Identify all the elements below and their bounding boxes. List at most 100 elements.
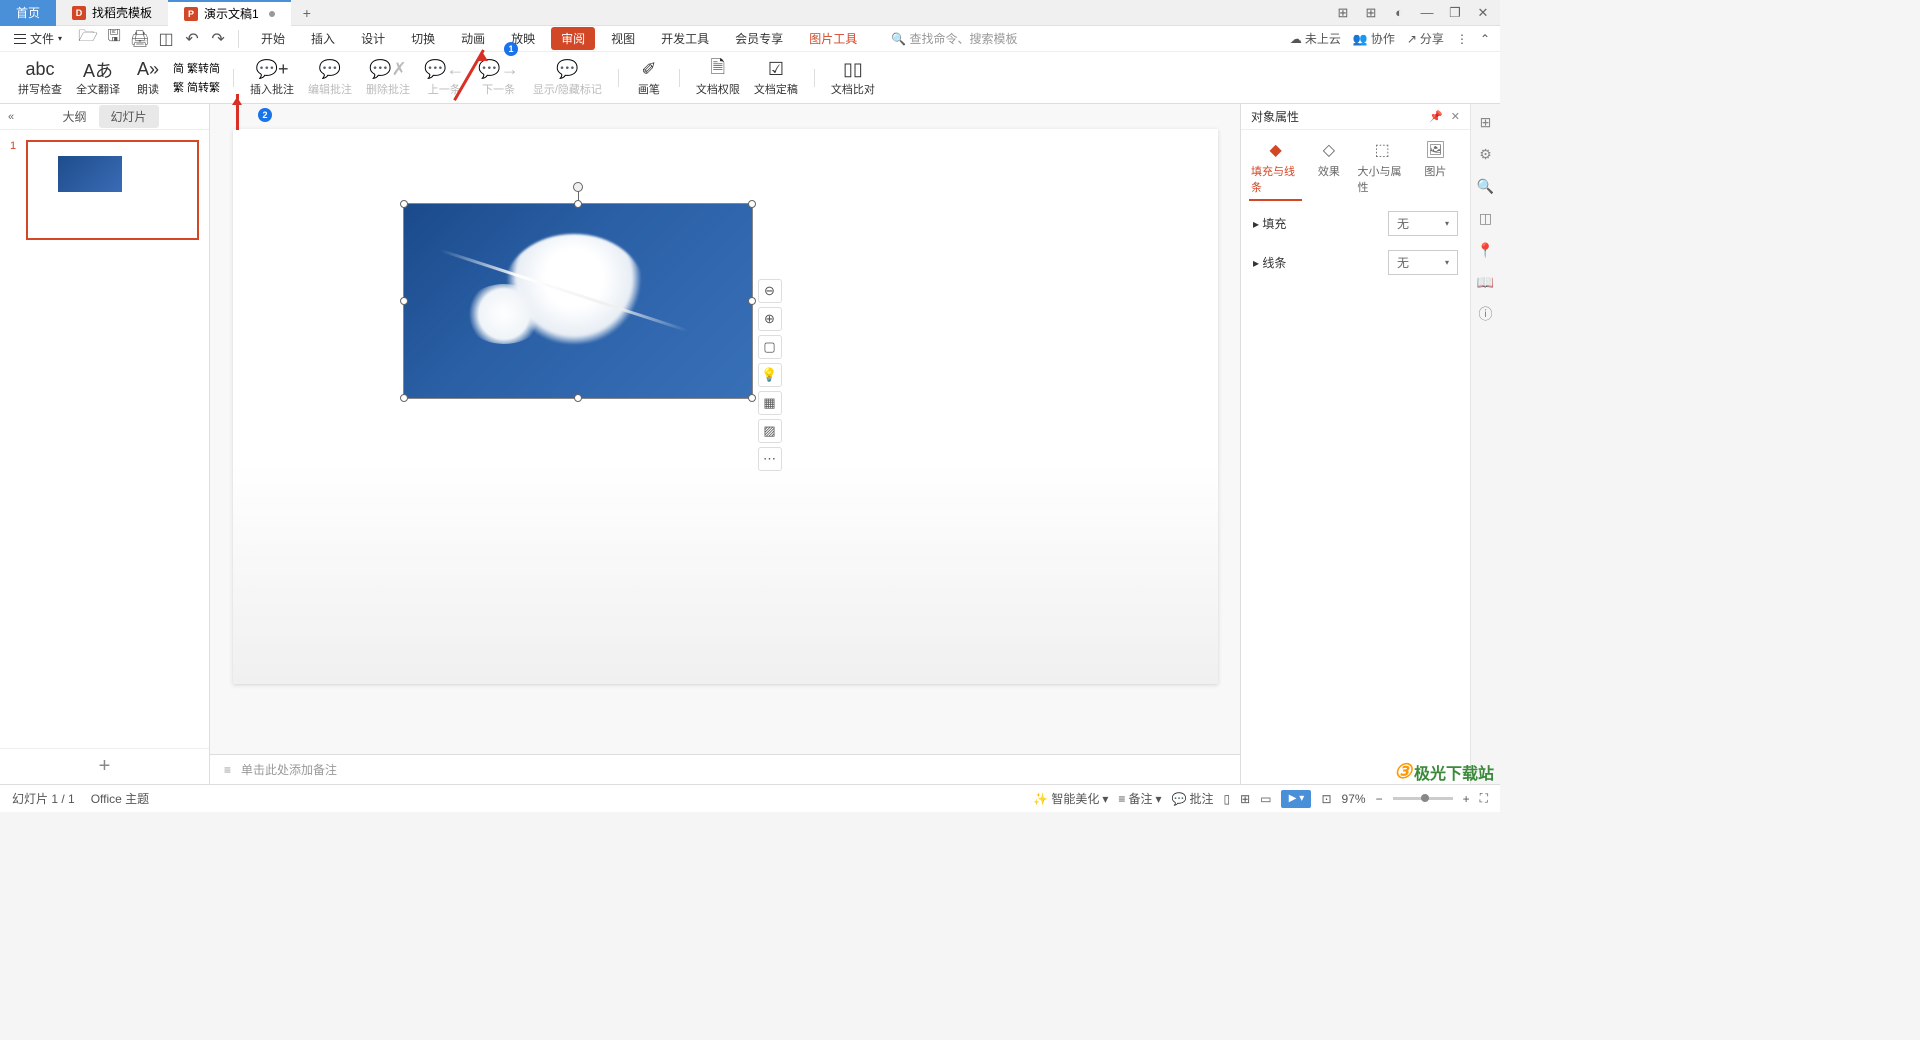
file-menu[interactable]: 文件 ▾ [10, 30, 66, 47]
slideshow-button[interactable]: ▶ ▾ [1281, 790, 1311, 808]
fit-button[interactable]: ⊡ [1321, 792, 1331, 806]
resize-handle-mr[interactable] [748, 297, 756, 305]
insert-comment-button[interactable]: 💬+插入批注 [244, 57, 300, 99]
view-normal-icon[interactable]: ▯ [1223, 792, 1230, 806]
print-preview-icon[interactable]: ◫ [158, 31, 174, 47]
zoom-level[interactable]: 97% [1342, 792, 1366, 806]
resize-handle-ml[interactable] [400, 297, 408, 305]
read-aloud-button[interactable]: A»朗读 [128, 57, 168, 99]
close-panel-icon[interactable]: ✕ [1451, 110, 1460, 123]
apps-icon[interactable]: ⊞ [1362, 4, 1380, 22]
collab-button[interactable]: 👥 协作 [1353, 30, 1395, 47]
canvas-scroll[interactable]: ⊖ ⊕ ▢ 💡 ▦ ▨ ⋯ [210, 104, 1240, 754]
to-simplified-button[interactable]: 简繁转简 [170, 59, 223, 77]
save-icon[interactable]: 🖫 [106, 31, 122, 47]
menu-tab-view[interactable]: 视图 [601, 27, 645, 50]
selected-image[interactable]: ⊖ ⊕ ▢ 💡 ▦ ▨ ⋯ [403, 203, 753, 399]
side-help-icon[interactable]: 📖 [1476, 272, 1496, 292]
notes-bar[interactable]: ≡ 单击此处添加备注 [210, 754, 1240, 784]
line-label[interactable]: ▸ 线条 [1253, 254, 1286, 271]
view-sorter-icon[interactable]: ⊞ [1240, 792, 1250, 806]
zoom-in-button[interactable]: ⊕ [758, 307, 782, 331]
menu-tab-insert[interactable]: 插入 [301, 27, 345, 50]
menu-tab-animation[interactable]: 动画 [451, 27, 495, 50]
tab-size[interactable]: ⬚大小与属性 [1356, 136, 1409, 201]
resize-handle-br[interactable] [748, 394, 756, 402]
user-icon[interactable]: ◐ [1390, 4, 1408, 22]
menu-tab-transition[interactable]: 切换 [401, 27, 445, 50]
more-button[interactable]: ⋯ [758, 447, 782, 471]
redo-icon[interactable]: ↷ [210, 31, 226, 47]
spell-check-button[interactable]: abc拼写检查 [12, 57, 68, 99]
layout-icon[interactable]: ⊞ [1334, 4, 1352, 22]
close-button[interactable]: ✕ [1474, 4, 1492, 22]
menu-tab-start[interactable]: 开始 [251, 27, 295, 50]
comments-toggle[interactable]: 💬 批注 [1171, 790, 1213, 807]
doc-permission-button[interactable]: 🗎文档权限 [690, 57, 746, 99]
cloud-status[interactable]: ☁ 未上云 [1290, 30, 1341, 47]
add-slide-button[interactable]: + [0, 748, 209, 784]
collapse-panel-icon[interactable]: « [8, 111, 14, 123]
menu-tab-member[interactable]: 会员专享 [725, 27, 793, 50]
notes-toggle[interactable]: ≡ 备注 ▾ [1118, 790, 1161, 807]
tab-effects[interactable]: ◇效果 [1302, 136, 1355, 201]
open-icon[interactable]: 🗁 [80, 31, 96, 47]
tab-add-button[interactable]: + [291, 5, 323, 21]
line-select[interactable]: 无▾ [1388, 250, 1458, 275]
tab-document[interactable]: P演示文稿1 [168, 0, 291, 26]
collapse-ribbon-icon[interactable]: ⌃ [1480, 32, 1490, 46]
search-commands[interactable]: 🔍 查找命令、搜索模板 [891, 30, 1017, 47]
more-icon[interactable]: ⋮ [1456, 32, 1468, 46]
minimize-button[interactable]: — [1418, 4, 1436, 22]
idea-button[interactable]: 💡 [758, 363, 782, 387]
pen-button[interactable]: ✐画笔 [629, 57, 669, 99]
menu-tab-picture-tools[interactable]: 图片工具 [799, 27, 867, 50]
resize-handle-tm[interactable] [574, 200, 582, 208]
side-question-icon[interactable]: ⓘ [1476, 304, 1496, 324]
outline-view-tab[interactable]: 大纲 [50, 105, 98, 128]
slides-view-tab[interactable]: 幻灯片 [99, 105, 159, 128]
fill-select[interactable]: 无▾ [1388, 211, 1458, 236]
tab-home[interactable]: 首页 [0, 0, 56, 26]
align-button[interactable]: ▨ [758, 419, 782, 443]
fullscreen-icon[interactable]: ⛶ [1480, 791, 1488, 806]
undo-icon[interactable]: ↶ [184, 31, 200, 47]
to-traditional-button[interactable]: 繁简转繁 [170, 78, 223, 96]
side-settings-icon[interactable]: ⚙ [1476, 144, 1496, 164]
zoom-slider[interactable] [1393, 797, 1453, 800]
side-search-icon[interactable]: 🔍 [1476, 176, 1496, 196]
thumbnail-item[interactable]: 1 [10, 140, 199, 240]
zoom-slider-thumb[interactable] [1421, 794, 1429, 802]
doc-compare-button[interactable]: ▯▯文档比对 [825, 57, 881, 99]
slide-canvas[interactable]: ⊖ ⊕ ▢ 💡 ▦ ▨ ⋯ [233, 129, 1218, 684]
restore-button[interactable]: ❐ [1446, 4, 1464, 22]
zoom-out-button[interactable]: ⊖ [758, 279, 782, 303]
grid-button[interactable]: ▦ [758, 391, 782, 415]
view-reading-icon[interactable]: ▭ [1260, 792, 1271, 806]
zoom-out-button[interactable]: − [1376, 792, 1383, 806]
side-templates-icon[interactable]: ⊞ [1476, 112, 1496, 132]
menu-tab-review[interactable]: 审阅 [551, 27, 595, 50]
tab-fill-line[interactable]: ◆填充与线条 [1249, 136, 1302, 201]
share-button[interactable]: ↗ 分享 [1407, 30, 1444, 47]
thumbnail-preview[interactable] [26, 140, 199, 240]
doc-finalize-button[interactable]: ☑文档定稿 [748, 57, 804, 99]
side-clipboard-icon[interactable]: ◫ [1476, 208, 1496, 228]
crop-button[interactable]: ▢ [758, 335, 782, 359]
menu-tab-devtools[interactable]: 开发工具 [651, 27, 719, 50]
beautify-button[interactable]: ✨ 智能美化 ▾ [1033, 790, 1108, 807]
zoom-in-button[interactable]: + [1463, 792, 1470, 806]
resize-handle-bl[interactable] [400, 394, 408, 402]
menu-tab-design[interactable]: 设计 [351, 27, 395, 50]
tab-templates[interactable]: D找稻壳模板 [56, 0, 168, 26]
print-icon[interactable]: 🖨 [132, 31, 148, 47]
translate-button[interactable]: Aあ全文翻译 [70, 57, 126, 99]
rotate-handle[interactable] [573, 182, 583, 192]
side-location-icon[interactable]: 📍 [1476, 240, 1496, 260]
resize-handle-tr[interactable] [748, 200, 756, 208]
fill-label[interactable]: ▸ 填充 [1253, 215, 1286, 232]
resize-handle-bm[interactable] [574, 394, 582, 402]
pin-icon[interactable]: 📌 [1429, 110, 1443, 123]
tab-picture[interactable]: 🖼图片 [1409, 136, 1462, 201]
resize-handle-tl[interactable] [400, 200, 408, 208]
